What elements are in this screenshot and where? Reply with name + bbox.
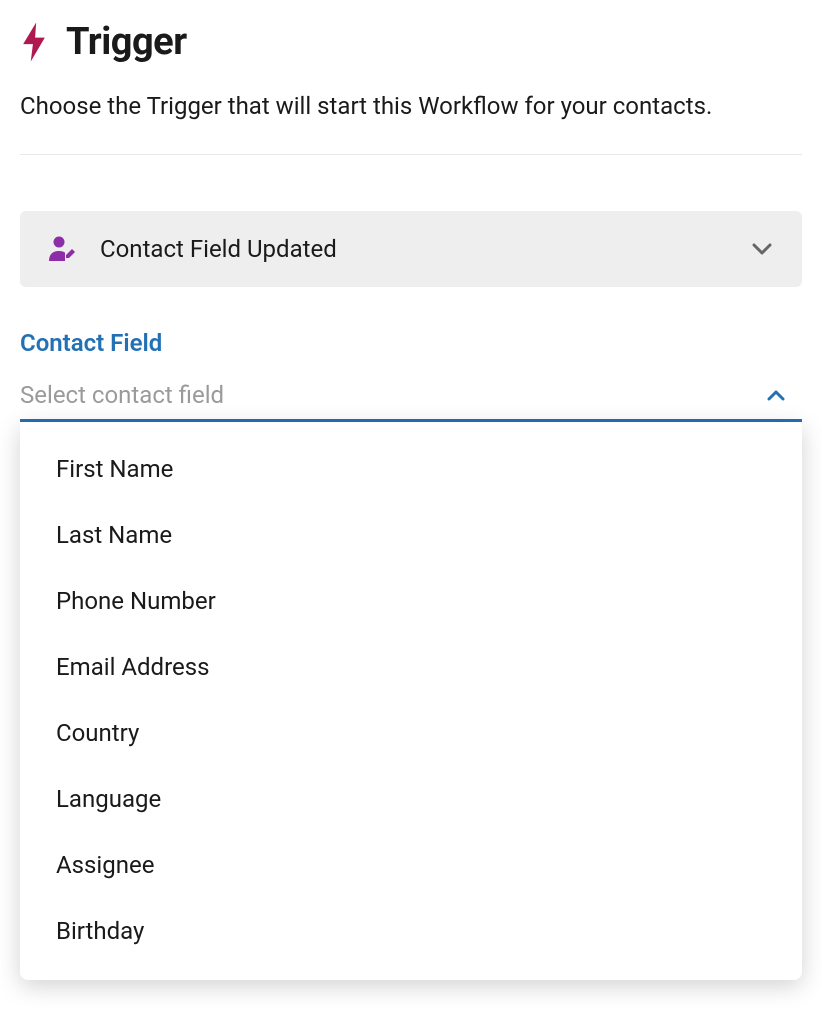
page-title: Trigger — [66, 20, 187, 64]
page-description: Choose the Trigger that will start this … — [20, 88, 802, 155]
contact-field-label: Contact Field — [20, 329, 802, 357]
trigger-type-select[interactable]: Contact Field Updated — [20, 211, 802, 287]
contact-edit-icon — [48, 235, 76, 263]
dropdown-item-last-name[interactable]: Last Name — [20, 502, 802, 568]
dropdown-item-country[interactable]: Country — [20, 700, 802, 766]
bolt-icon — [20, 20, 48, 64]
trigger-select-left: Contact Field Updated — [48, 235, 337, 263]
dropdown-item-phone-number[interactable]: Phone Number — [20, 568, 802, 634]
dropdown-item-assignee[interactable]: Assignee — [20, 832, 802, 898]
chevron-down-icon — [750, 237, 774, 261]
dropdown-item-birthday[interactable]: Birthday — [20, 898, 802, 964]
dropdown-item-language[interactable]: Language — [20, 766, 802, 832]
page-header: Trigger — [20, 20, 802, 64]
contact-field-input[interactable]: Select contact field — [20, 375, 802, 422]
dropdown-item-email-address[interactable]: Email Address — [20, 634, 802, 700]
contact-field-dropdown: Select contact field First Name Last Nam… — [20, 375, 802, 422]
contact-field-menu: First Name Last Name Phone Number Email … — [20, 422, 802, 980]
contact-field-placeholder: Select contact field — [20, 381, 224, 409]
trigger-type-label: Contact Field Updated — [100, 235, 337, 263]
dropdown-item-first-name[interactable]: First Name — [20, 436, 802, 502]
chevron-up-icon — [764, 383, 788, 407]
